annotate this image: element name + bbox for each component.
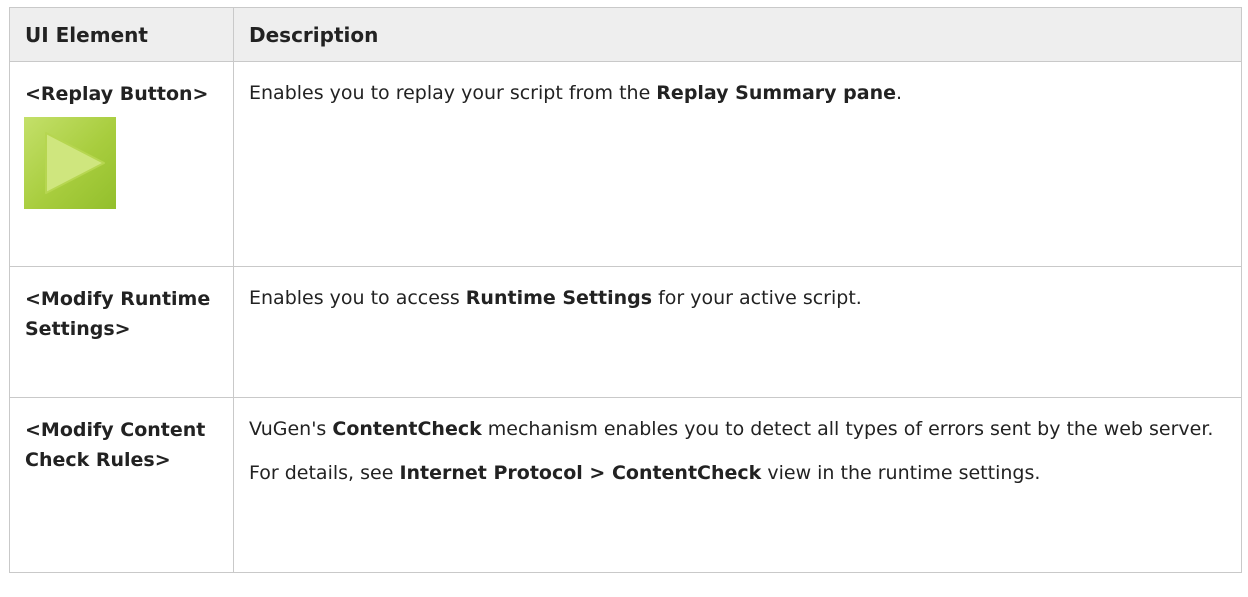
column-header-ui-element: UI Element — [9, 7, 234, 62]
play-icon — [24, 117, 116, 209]
description-paragraph: Enables you to access Runtime Settings f… — [249, 283, 1233, 313]
description-paragraph: Enables you to replay your script from t… — [249, 78, 1233, 108]
description-text: view in the runtime settings. — [761, 462, 1041, 484]
description-cell: Enables you to replay your script from t… — [233, 61, 1242, 267]
description-text: for your active script. — [652, 287, 862, 309]
description-paragraph: VuGen's ContentCheck mechanism enables y… — [249, 414, 1233, 444]
ui-element-cell: <Replay Button> — [9, 61, 234, 267]
table-row: <Replay Button> Enables you to replay yo… — [9, 61, 1242, 267]
description-text: Enables you to access — [249, 287, 466, 309]
table-row: <Modify Content Check Rules> VuGen's Con… — [9, 397, 1242, 573]
ui-element-cell: <Modify Runtime Settings> — [9, 266, 234, 398]
description-text: mechanism enables you to detect all type… — [481, 418, 1214, 440]
description-emphasis: Runtime Settings — [465, 287, 653, 309]
description-text: Enables you to replay your script from t… — [249, 82, 657, 104]
column-header-description: Description — [233, 7, 1242, 62]
description-text: VuGen's — [249, 418, 333, 440]
description-paragraph: For details, see Internet Protocol > Con… — [249, 458, 1233, 488]
description-cell: Enables you to access Runtime Settings f… — [233, 266, 1242, 398]
description-text: For details, see — [249, 462, 400, 484]
table-header-row: UI Element Description — [9, 7, 1242, 62]
ui-element-name: <Replay Button> — [25, 83, 209, 105]
ui-element-name: <Modify Content Check Rules> — [25, 419, 206, 471]
ui-element-name: <Modify Runtime Settings> — [25, 288, 211, 340]
table-row: <Modify Runtime Settings> Enables you to… — [9, 266, 1242, 398]
description-text: . — [896, 82, 903, 104]
description-emphasis: Replay Summary pane — [656, 82, 896, 104]
ui-elements-table: UI Element Description <Replay Button> E… — [9, 7, 1242, 573]
description-cell: VuGen's ContentCheck mechanism enables y… — [233, 397, 1242, 573]
description-emphasis: ContentCheck — [332, 418, 482, 440]
description-emphasis: Internet Protocol > ContentCheck — [399, 462, 762, 484]
ui-element-cell: <Modify Content Check Rules> — [9, 397, 234, 573]
